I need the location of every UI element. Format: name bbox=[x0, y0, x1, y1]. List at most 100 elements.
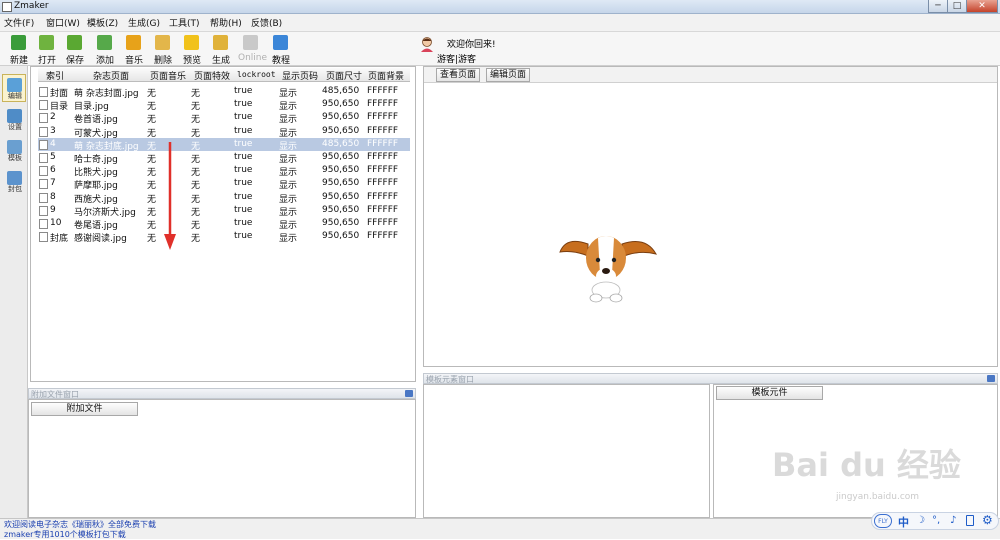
table-row[interactable]: 6 比熊犬.jpg 无 无 true 显示 950,650 FFFFFF bbox=[38, 164, 410, 178]
side-tab-0[interactable]: 编辑 bbox=[2, 74, 26, 102]
table-row[interactable]: 2 卷首语.jpg 无 无 true 显示 950,650 FFFFFF bbox=[38, 111, 410, 126]
table-row[interactable]: 10 卷尾语.jpg 无 无 true 显示 950,650 FFFFFF bbox=[38, 217, 410, 231]
cell-size: 950,650 bbox=[322, 165, 360, 176]
close-button[interactable]: ✕ bbox=[966, 0, 998, 13]
table-row[interactable]: 7 萨摩耶.jpg 无 无 true 显示 950,650 FFFFFF bbox=[38, 177, 410, 192]
table-row[interactable]: 9 马尔济斯犬.jpg 无 无 true 显示 950,650 FFFFFF bbox=[38, 204, 410, 218]
ime-fly-badge[interactable]: FLY bbox=[874, 514, 892, 528]
attach-collapse-icon[interactable] bbox=[405, 390, 413, 397]
col-showpage[interactable]: 显示页码 bbox=[282, 69, 318, 82]
edit-page-button[interactable]: 编辑页面 bbox=[486, 68, 530, 82]
table-row[interactable]: 8 西施犬.jpg 无 无 true 显示 950,650 FFFFFF bbox=[38, 191, 410, 205]
ime-moon-icon[interactable]: ☽ bbox=[916, 515, 925, 526]
ime-mode-chinese[interactable]: 中 bbox=[898, 514, 909, 530]
toolbar-button-6[interactable]: 预览 bbox=[179, 34, 205, 66]
music-icon bbox=[126, 35, 141, 50]
cell-page: 萌 杂志封面.jpg bbox=[74, 89, 139, 99]
toolbar-button-7[interactable]: 生成 bbox=[208, 34, 234, 66]
template-elements-column[interactable]: 模板元件 bbox=[716, 386, 823, 400]
ime-punct-icon[interactable]: °, bbox=[932, 515, 940, 526]
app-icon bbox=[2, 2, 12, 12]
cell-bg: FFFFFF bbox=[367, 231, 399, 242]
row-page-icon bbox=[39, 192, 48, 203]
dog-mascot-image bbox=[559, 236, 657, 303]
table-row[interactable]: 5 哈士奇.jpg 无 无 true 显示 950,650 FFFFFF bbox=[38, 151, 410, 165]
table-row[interactable]: 3 可蒙犬.jpg 无 无 true 显示 950,650 FFFFFF bbox=[38, 125, 410, 139]
minimize-button[interactable]: ─ bbox=[928, 0, 948, 13]
toolbar-button-1[interactable]: 打开 bbox=[34, 34, 60, 66]
menu-file[interactable]: 文件(F) bbox=[4, 16, 34, 29]
cell-showpage: 显示 bbox=[279, 207, 298, 218]
status-bar: 欢迎阅读电子杂志《瑞丽秋》全部免费下载 zmaker专用1010个模板打包下载 bbox=[0, 518, 1000, 539]
view-page-button[interactable]: 查看页面 bbox=[436, 68, 480, 82]
cell-size: 950,650 bbox=[322, 112, 360, 123]
col-index[interactable]: 索引 bbox=[46, 69, 64, 82]
col-bg[interactable]: 页面背景 bbox=[368, 69, 404, 82]
cell-music: 无 bbox=[147, 181, 157, 192]
toolbar-button-4[interactable]: 音乐 bbox=[121, 34, 147, 66]
row-page-icon bbox=[39, 139, 48, 150]
ime-settings-gear-icon[interactable]: ⚙ bbox=[982, 513, 993, 527]
table-row[interactable]: 4 萌 杂志封底.jpg 无 无 true 显示 485,650 FFFFFF bbox=[38, 137, 410, 152]
side-tab-2[interactable]: 模板 bbox=[2, 136, 26, 164]
table-row[interactable]: 封底 感谢阅读.jpg 无 无 true 显示 950,650 FFFFFF bbox=[38, 230, 410, 245]
cell-effect: 无 bbox=[191, 207, 201, 218]
cell-lockroot: true bbox=[234, 86, 253, 96]
table-row[interactable]: 目录 目录.jpg 无 无 true 显示 950,650 FFFFFF bbox=[38, 98, 410, 112]
menu-template[interactable]: 模板(Z) bbox=[87, 16, 118, 29]
menu-help[interactable]: 帮助(H) bbox=[210, 16, 242, 29]
toolbar-label: 教程 bbox=[271, 56, 290, 66]
cell-index: 3 bbox=[50, 125, 56, 136]
cell-showpage: 显示 bbox=[279, 155, 298, 165]
toolbar-button-2[interactable]: 保存 bbox=[62, 34, 88, 66]
col-page[interactable]: 杂志页面 bbox=[93, 69, 129, 82]
attach-column-header[interactable]: 附加文件 bbox=[31, 402, 138, 416]
toolbar-button-8[interactable]: Online bbox=[238, 34, 267, 64]
menu-window[interactable]: 窗口(W) bbox=[46, 16, 80, 29]
template-collapse-icon[interactable] bbox=[987, 375, 995, 382]
window-title: Zmaker bbox=[14, 1, 49, 11]
col-music[interactable]: 页面音乐 bbox=[150, 69, 186, 82]
toolbar-button-5[interactable]: 删除 bbox=[150, 34, 176, 66]
menu-generate[interactable]: 生成(G) bbox=[128, 16, 160, 29]
cell-index: 8 bbox=[50, 191, 56, 202]
cell-bg: FFFFFF bbox=[367, 138, 399, 149]
toolbar-button-9[interactable]: 教程 bbox=[268, 34, 294, 66]
maximize-button[interactable]: □ bbox=[947, 0, 967, 13]
cell-size: 485,650 bbox=[322, 138, 360, 149]
row-page-icon bbox=[39, 219, 48, 229]
side-tab-3[interactable]: 封包 bbox=[2, 167, 26, 195]
toolbar-button-0[interactable]: 新建 bbox=[6, 34, 32, 66]
cell-page: 卷首语.jpg bbox=[74, 115, 118, 126]
toolbar-label: 添加 bbox=[95, 56, 114, 66]
ime-mic-icon[interactable]: ♪ bbox=[950, 515, 956, 526]
cell-effect: 无 bbox=[191, 141, 201, 152]
cell-bg: FFFFFF bbox=[367, 218, 399, 228]
menu-feedback[interactable]: 反馈(B) bbox=[251, 16, 282, 29]
col-lockroot[interactable]: lockroot bbox=[237, 70, 276, 79]
help-icon bbox=[273, 35, 288, 50]
cell-lockroot: true bbox=[234, 152, 253, 162]
cell-page: 哈士奇.jpg bbox=[74, 155, 118, 165]
ime-keyboard-icon[interactable] bbox=[966, 515, 974, 526]
menu-tools[interactable]: 工具(T) bbox=[169, 16, 200, 29]
side-tab-1[interactable]: 设置 bbox=[2, 105, 26, 133]
cell-bg: FFFFFF bbox=[367, 204, 399, 215]
cell-music: 无 bbox=[147, 234, 157, 245]
cell-effect: 无 bbox=[191, 128, 201, 139]
table-row[interactable]: 封面萌 杂志封面.jpg 无 无 true 显示 485,650 FFFFFF bbox=[38, 85, 410, 99]
cell-lockroot: true bbox=[234, 231, 253, 242]
cell-effect: 无 bbox=[191, 115, 201, 126]
col-effect[interactable]: 页面特效 bbox=[194, 69, 230, 82]
watermark-url: jingyan.baidu.com bbox=[836, 492, 920, 502]
cell-bg: FFFFFF bbox=[367, 165, 399, 176]
toolbar-button-3[interactable]: 添加 bbox=[92, 34, 118, 66]
cell-bg: FFFFFF bbox=[367, 86, 399, 96]
cell-bg: FFFFFF bbox=[367, 125, 399, 136]
col-size[interactable]: 页面尺寸 bbox=[326, 69, 362, 82]
cell-effect: 无 bbox=[191, 155, 201, 165]
status-link-2[interactable]: zmaker专用1010个模板打包下载 bbox=[4, 529, 126, 540]
cell-showpage: 显示 bbox=[279, 115, 298, 126]
user-name[interactable]: 游客|游客 bbox=[437, 52, 476, 65]
side-tab-label: 封包 bbox=[8, 185, 22, 193]
